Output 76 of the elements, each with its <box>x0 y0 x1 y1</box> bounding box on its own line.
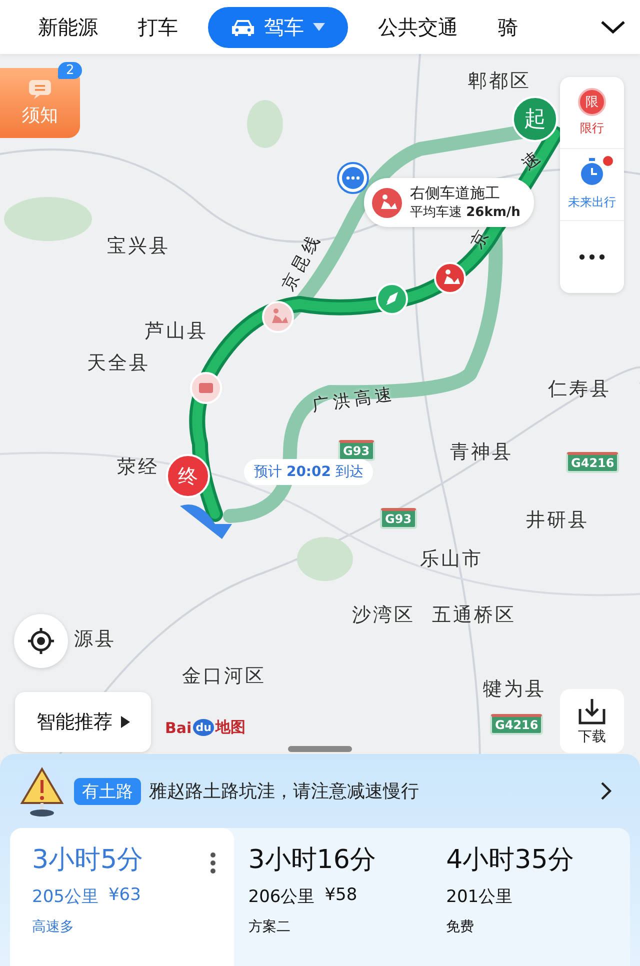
logo-text: 地图 <box>215 718 246 737</box>
place-label: 金口河区 <box>182 664 266 689</box>
target-icon <box>27 627 55 655</box>
traffic-callout[interactable]: 右侧车道施工 平均车速 26km/h <box>364 178 534 227</box>
highway-shield: G4216 <box>566 452 620 473</box>
chat-bubble-icon <box>336 161 370 195</box>
road-label: 京昆线 <box>277 228 326 295</box>
chevron-down-icon[interactable] <box>600 19 626 35</box>
highway-shield: G93 <box>380 508 417 529</box>
download-icon <box>577 696 607 724</box>
alert-banner[interactable]: 有土路 雅赵路土路坑洼，请注意减速慢行 <box>0 754 640 828</box>
caret-icon <box>312 22 326 32</box>
road-label: 速 <box>517 144 548 176</box>
highway-shield: G4216 <box>490 714 544 735</box>
stopwatch-icon <box>579 158 605 186</box>
place-label: 仁寿县 <box>548 377 611 402</box>
car-icon <box>190 372 222 404</box>
mode-tab[interactable]: 驾车 <box>208 6 348 48</box>
route-duration: 3小时16分 <box>248 844 376 877</box>
car-icon <box>230 17 256 37</box>
place-label: 天全县 <box>87 351 150 376</box>
restriction-icon: 限 <box>578 88 606 116</box>
place-label: 芦山县 <box>145 319 208 344</box>
logo-paw: du <box>192 719 214 736</box>
side-panel-button[interactable]: 限 限行 <box>560 77 624 149</box>
highway-shield: G93 <box>338 440 375 461</box>
play-triangle-icon <box>120 716 130 728</box>
walking-route-drawing <box>180 504 232 539</box>
mode-tab[interactable]: 骑 <box>488 8 532 46</box>
route-note: 免费 <box>446 918 476 936</box>
place-label: 沙湾区 <box>352 603 415 628</box>
route-note: 方案二 <box>248 918 292 936</box>
route-option[interactable]: 4小时35分 201公里 免费 <box>432 828 630 966</box>
chevron-right-icon <box>600 781 612 801</box>
route-note: 高速多 <box>32 918 75 936</box>
message-icon <box>28 79 52 99</box>
place-label: 井研县 <box>526 508 589 533</box>
place-label: 犍为县 <box>483 677 546 702</box>
locate-button[interactable] <box>14 614 68 668</box>
mode-tab[interactable]: 新能源 <box>28 8 108 46</box>
forest-patch <box>297 537 353 581</box>
place-label: 郫都区 <box>468 69 531 94</box>
side-panel-button[interactable]: 未来出行 <box>560 149 624 221</box>
forest-patch <box>247 100 283 148</box>
place-label: 源县 <box>74 627 116 652</box>
place-label: 青神县 <box>450 440 513 465</box>
route-option[interactable]: 3小时16分 206公里 ¥58 方案二 <box>234 828 432 966</box>
route-toll: ¥58 <box>324 885 358 907</box>
mode-tab[interactable]: 打车 <box>128 8 188 46</box>
place-label: 宝兴县 <box>107 234 170 259</box>
more-vertical-icon[interactable] <box>210 852 216 874</box>
drag-handle[interactable] <box>288 746 352 752</box>
route-option[interactable]: 3小时5分 205公里 ¥63 高速多 <box>10 828 234 966</box>
smart-recommend-button[interactable]: 智能推荐 <box>15 692 151 752</box>
destination-pin: 终 <box>166 454 210 498</box>
road-label: 广洪高速 <box>310 383 398 417</box>
callout-title: 右侧车道施工 <box>410 184 501 203</box>
mode-tab[interactable]: 公共交通 <box>368 8 468 46</box>
place-label: 乐山市 <box>420 547 483 572</box>
alert-text: 雅赵路土路坑洼，请注意减速慢行 <box>149 780 420 803</box>
place-label: 五通桥区 <box>432 603 516 628</box>
more-icon <box>578 254 606 260</box>
route-toll: ¥63 <box>108 885 141 907</box>
place-label: 荥经 <box>117 455 159 480</box>
route-distance: 201公里 <box>446 886 513 908</box>
route-duration: 3小时5分 <box>32 844 144 877</box>
logo-text: Bai <box>165 718 192 736</box>
start-marker: 起 <box>512 96 558 142</box>
callout-detail: 平均车速 26km/h <box>410 204 520 221</box>
download-button[interactable]: 下载 <box>560 689 624 753</box>
route-duration: 4小时35分 <box>446 844 574 877</box>
route-distance: 205公里 <box>32 886 98 908</box>
route-distance: 206公里 <box>248 886 315 908</box>
count-badge: 2 <box>58 62 82 79</box>
eta-label: 预计 20:02 到达 <box>244 459 374 485</box>
road-tag: 有土路 <box>74 778 141 804</box>
